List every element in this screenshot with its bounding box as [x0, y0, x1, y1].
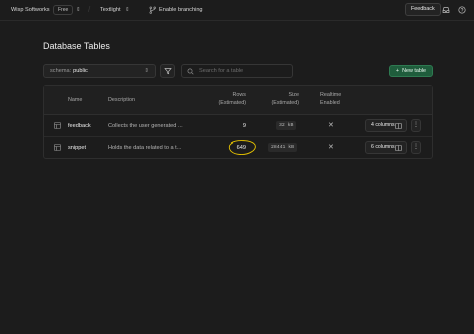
filter-icon	[164, 68, 172, 75]
schema-value: public	[73, 68, 88, 74]
table-icon	[54, 122, 61, 129]
columns-label: 6 columns	[371, 144, 395, 150]
header-realtime-line2: Enabled	[320, 99, 340, 106]
top-navigation-bar: Wisp Softworks Free ⇕ / Textlight ⇕ Enab…	[0, 0, 474, 21]
help-circle-icon[interactable]	[458, 6, 466, 14]
columns-icon	[395, 123, 402, 129]
org-name[interactable]: Wisp Softworks	[11, 0, 50, 20]
table-row[interactable]: feedback Collects the user generated ...…	[44, 115, 432, 137]
page-title: Database Tables	[43, 41, 110, 51]
table-icon	[54, 144, 61, 151]
more-options-button[interactable]: ⋮	[411, 119, 421, 132]
table-size: 28441 kB	[268, 143, 298, 152]
header-realtime-line1: Realtime	[320, 92, 342, 98]
schema-label: schema:	[50, 68, 72, 74]
inbox-icon[interactable]	[442, 6, 450, 14]
table-name[interactable]: feedback	[68, 115, 91, 137]
x-icon: ✕	[328, 122, 334, 129]
search-input[interactable]	[199, 66, 289, 76]
chevron-updown-icon: ⇕	[144, 68, 149, 74]
feedback-button[interactable]: Feedback	[405, 3, 441, 16]
table-name[interactable]: snippet	[68, 137, 86, 159]
new-table-label: New table	[402, 68, 427, 74]
filter-button[interactable]	[160, 64, 175, 78]
columns-label: 4 columns	[371, 122, 395, 128]
x-icon: ✕	[328, 144, 334, 151]
table-header: Name Description Rows (Estimated) Size (…	[44, 86, 432, 115]
tables-list: Name Description Rows (Estimated) Size (…	[43, 85, 433, 159]
schema-select[interactable]: schema: public ⇕	[43, 64, 156, 78]
header-rows-line2: (Estimated)	[218, 99, 246, 106]
git-branch-icon	[149, 6, 156, 14]
plan-badge: Free	[53, 5, 74, 15]
header-realtime: Realtime Enabled	[320, 92, 341, 107]
header-name: Name	[68, 97, 83, 103]
columns-icon	[395, 145, 402, 151]
columns-button[interactable]: 6 columns	[365, 141, 407, 154]
table-row-count: 9	[242, 123, 246, 129]
columns-button[interactable]: 4 columns	[365, 119, 407, 132]
header-size: Size (Estimated)	[267, 92, 299, 107]
table-description: Collects the user generated ...	[108, 123, 183, 129]
chevron-updown-icon[interactable]: ⇕	[76, 6, 81, 14]
header-size-line1: Size	[288, 92, 300, 98]
header-description: Description	[108, 97, 135, 103]
table-row-count: 649	[236, 145, 246, 151]
table-row[interactable]: snippet Holds the data related to a t...…	[44, 137, 432, 159]
table-size: 32 kB	[276, 121, 297, 130]
new-table-button[interactable]: + New table	[389, 65, 433, 77]
breadcrumb-divider: /	[88, 5, 91, 14]
header-rows-line1: Rows	[232, 92, 246, 98]
header-size-line2: (Estimated)	[271, 99, 299, 106]
table-description: Holds the data related to a t...	[108, 145, 182, 151]
header-rows: Rows (Estimated)	[216, 92, 246, 107]
project-name[interactable]: Textlight	[100, 0, 121, 20]
plus-icon: +	[395, 68, 400, 74]
enable-branching-button[interactable]: Enable branching	[159, 0, 203, 20]
search-box[interactable]	[181, 64, 293, 78]
search-icon	[187, 68, 194, 75]
chevron-updown-icon[interactable]: ⇕	[125, 6, 130, 14]
more-options-button[interactable]: ⋮	[411, 141, 421, 154]
